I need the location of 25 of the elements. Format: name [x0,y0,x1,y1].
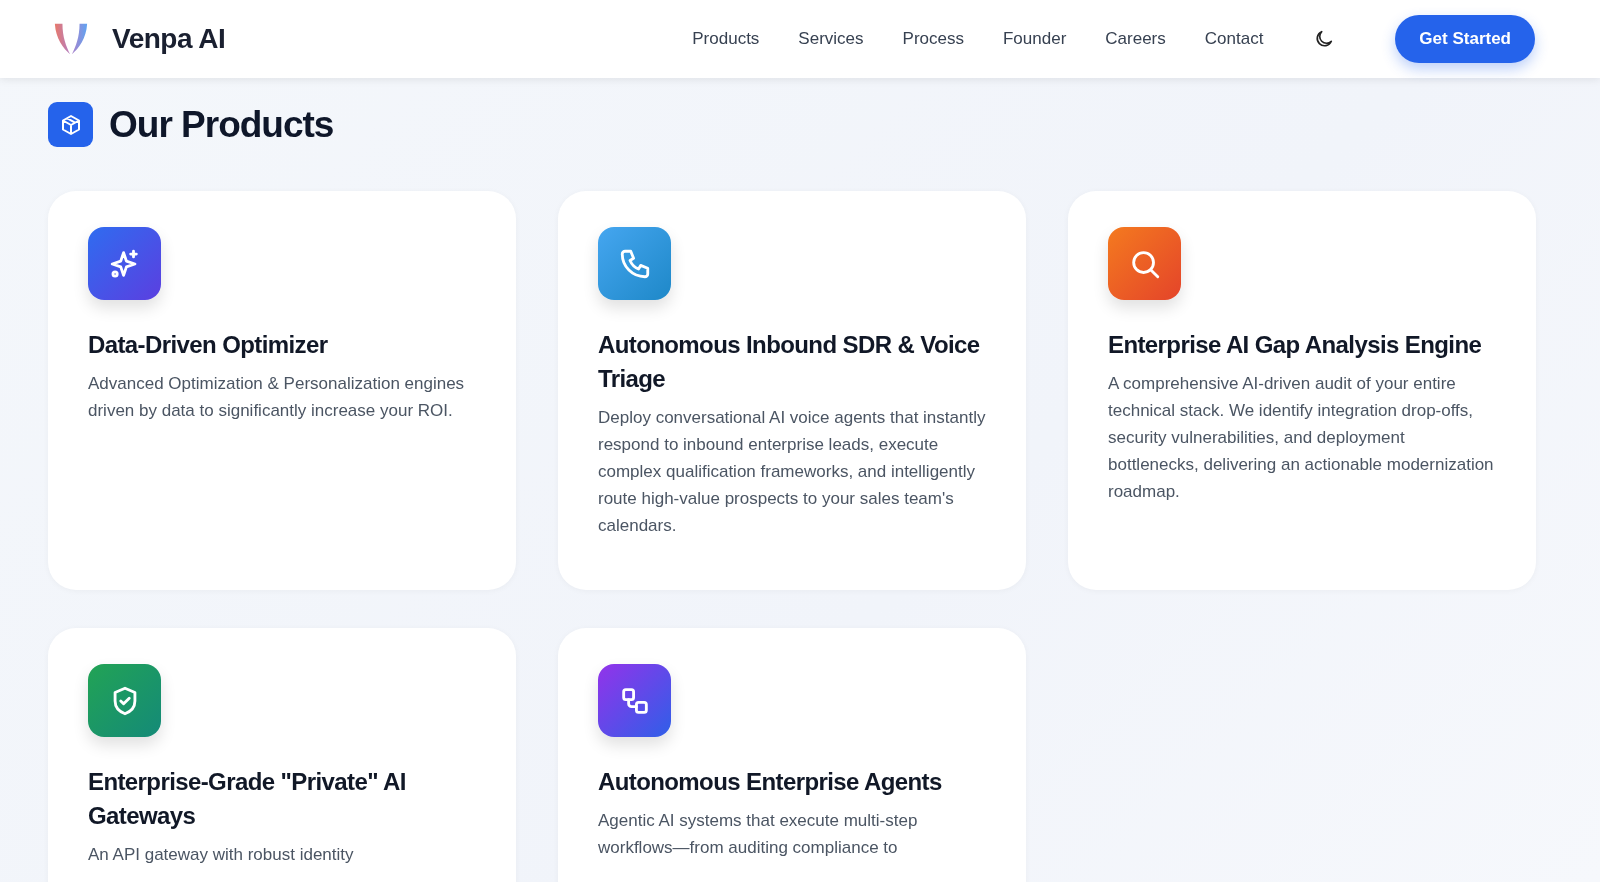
nav-link[interactable]: Founder [1002,29,1067,49]
card-description: Deploy conversational AI voice agents that instantly respond to inbound enterprise leads, execute complex qualification frameworks, and intelligently route high-value prospects to your sales team's calendars. [598,407,986,537]
nav-link[interactable]: Process [902,29,964,49]
phone-icon [598,227,671,300]
card-description: An API gateway with robust identity [88,844,355,866]
section-title: Our Products [109,103,334,146]
box-icon [48,102,93,147]
card-title: Autonomous Enterprise Agents [598,767,943,797]
card-title: Enterprise-Grade "Private" AI Gateways [88,767,407,831]
card-title: Data-Driven Optimizer [88,330,329,360]
card-title: Autonomous Inbound SDR & Voice Triage [598,330,981,394]
card-description: A comprehensive AI-driven audit of your entire technical stack. We identify integration drop-offs, security vulnerabilities, and deployment bottlenecks, delivering an actionable modernization roadmap. [1108,373,1495,503]
nav-link[interactable]: Products [692,29,760,49]
sparkle-icon [88,227,161,300]
workflow-icon [598,664,671,737]
nav-link[interactable]: Services [798,29,864,49]
nav-link[interactable]: Careers [1105,29,1166,49]
card-description: Agentic AI systems that execute multi-step workflows—from auditing compliance to [598,810,919,859]
shield-icon [88,664,161,737]
search-icon [1108,227,1181,300]
card-title: Enterprise AI Gap Analysis Engine [1108,330,1483,360]
card-description: Advanced Optimization & Personalization engines driven by data to significantly increase your ROI. [88,373,466,422]
get-started-button[interactable]: Get Started [1395,15,1535,63]
nav-link[interactable]: Contact [1204,29,1264,49]
brand-name: Venpa AI [112,23,226,55]
